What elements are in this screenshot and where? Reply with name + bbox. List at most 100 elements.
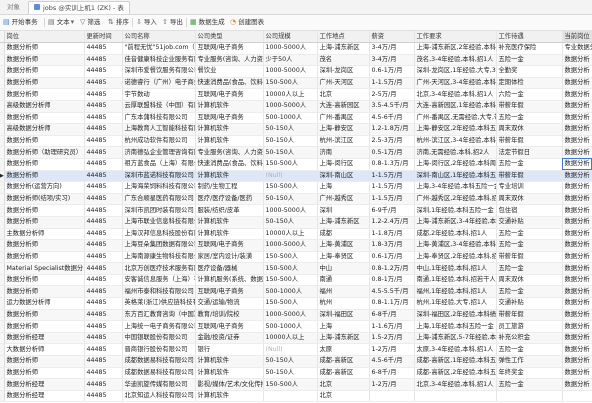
table-cell[interactable]: 带薪年假 [496, 135, 563, 148]
table-cell[interactable]: 五险一金 [496, 262, 563, 275]
table-cell[interactable]: 数据分析 [562, 343, 592, 357]
table-cell[interactable]: 4.5-6千/月 [369, 112, 415, 125]
table-cell[interactable]: 服装/纺织/皮革 [195, 204, 264, 217]
table-cell[interactable]: 数据分析 [562, 158, 592, 171]
table-row[interactable]: 数据分析师44485上海南源康生物科技有限公司家居/室内设计/装潢150-500… [0, 251, 592, 264]
table-cell[interactable]: 成都数据易科技有限公司 [122, 367, 196, 380]
table-cell[interactable]: 数据分析 [562, 54, 592, 67]
table-cell[interactable]: 上海-奉贤区 [317, 251, 370, 264]
table-cell[interactable]: 6-9千/月 [369, 204, 415, 217]
table-cell[interactable]: 杭州-滨江区 [317, 135, 370, 148]
table-cell[interactable]: 深圳-龙岗区,1年经验,大专,3包住食 [414, 65, 497, 78]
table-cell[interactable] [369, 390, 415, 403]
table-cell[interactable]: 专业培训 [496, 181, 563, 194]
table-cell[interactable]: 500-1000人 [263, 285, 318, 299]
table-cell[interactable]: 深圳,1年经验,本科五险一金 [414, 204, 497, 217]
column-header[interactable]: 岗位 [4, 31, 85, 43]
table-cell[interactable]: 数据分析师 [4, 251, 85, 264]
table-row[interactable]: 数据分析师44485祖方蓝食品（上海）有限公司快速消费品(食品、饮料、化150-… [0, 158, 592, 171]
table-cell[interactable]: 数据分析师 [4, 355, 85, 368]
table-cell[interactable]: 深圳-南山区,1年经验,本科五险一金 [414, 170, 497, 183]
table-cell[interactable]: 44485 [84, 274, 123, 287]
table-cell[interactable]: 杭州-滨江区,3-4年经验,本科五险一金 [414, 135, 497, 148]
table-cell[interactable]: 数据分析师 [4, 170, 85, 183]
table-cell[interactable]: 0.8-1.1万/月 [369, 297, 415, 310]
table-cell[interactable]: 定期体检 [496, 77, 563, 90]
table-cell[interactable]: 上海-浦东新区,3-4年经验,本科五险一金 [414, 216, 497, 229]
column-header[interactable]: 当前岗位 [562, 31, 592, 43]
table-cell[interactable]: 计算机软件 [195, 228, 264, 241]
table-cell[interactable]: 1-1.5万/月 [369, 170, 415, 183]
table-cell[interactable]: 少于50人 [263, 54, 318, 67]
table-cell[interactable]: 上海-黄浦区,3-4年经验,本科年终奖 [414, 239, 497, 252]
table-cell[interactable]: 成都,2年经验,本科,招1人 [414, 228, 497, 241]
table-cell[interactable]: 数据分析 [562, 65, 592, 78]
table-cell[interactable]: 济南德弘企业管理咨询有限 [122, 146, 196, 159]
table-cell[interactable]: 44485 [84, 309, 123, 322]
table-cell[interactable]: 五险一金 [496, 378, 563, 391]
column-header[interactable]: 工作要求 [414, 31, 497, 43]
table-cell[interactable]: 计算机软件 [195, 355, 264, 368]
table-cell[interactable]: 北京 [317, 88, 370, 101]
table-cell[interactable]: 包住宿 [496, 204, 563, 217]
table-cell[interactable]: 福州市泰和科技有限公司 [122, 285, 196, 299]
table-cell[interactable]: 4.5-6千/月 [369, 355, 415, 368]
table-cell[interactable]: 五险一金 [496, 112, 563, 125]
table-cell[interactable]: 宇节数动 [122, 88, 196, 101]
table-cell[interactable]: 上海-奉贤区,2年经验,本科,招1人 [414, 251, 497, 264]
table-cell[interactable]: 广州-天河区 [317, 77, 370, 90]
table-cell[interactable]: 交通补贴 [496, 297, 563, 310]
table-cell[interactable] [263, 390, 318, 403]
table-cell[interactable]: 1000-5000人 [263, 309, 318, 322]
table-cell[interactable]: 数据分析 [562, 123, 592, 136]
table-cell[interactable]: 数据分析 [562, 251, 592, 264]
table-cell[interactable]: 1.5-2万/月 [369, 332, 415, 345]
table-cell[interactable]: (Null) [263, 343, 318, 357]
table-cell[interactable]: 数据分析经理 [4, 332, 85, 345]
table-cell[interactable]: 法定节假日 [496, 146, 563, 159]
table-cell[interactable]: 数据分析师(结项/实习) [4, 193, 85, 206]
table-cell[interactable]: 44485 [84, 77, 123, 90]
table-cell[interactable]: 南通,1年经验,本科,招若干人 [414, 274, 497, 287]
table-row[interactable]: 数据分析师44485上海市联业信息科技有限公司计算机软件50-150人上海-浦东… [0, 216, 592, 229]
table-cell[interactable]: 数据分析师 [4, 239, 85, 252]
table-cell[interactable]: 44485 [84, 112, 123, 125]
table-cell[interactable]: 济南,无需经验,本科,招2人 [414, 146, 497, 159]
table-cell[interactable]: 茂名,3-4年经验,本科,招1人 [414, 54, 497, 67]
table-cell[interactable]: 计算机软件 [195, 123, 264, 136]
text-button[interactable]: ▤ 文本▾ [48, 17, 76, 28]
table-cell[interactable]: 数据分析经理 [4, 390, 85, 403]
column-header[interactable]: 公司规模 [263, 31, 318, 43]
table-row[interactable]: 数据分析师 44485 成都数据易科技有限公司 计算机软件 50-150人 成都-高新区 6… [0, 367, 592, 380]
table-row[interactable]: 数据分析师 44485 杭州成功软件有限公司 计算机软件 50-150人 杭州-滨江区 2.… [0, 135, 592, 148]
table-cell[interactable]: 50-150人 [263, 146, 318, 159]
table-row[interactable]: 数据分析师 44485 东方百汇教育咨询（中国） 教育/培训/院校 1000-5000人… [0, 309, 592, 322]
table-cell[interactable]: 上海,1年经验,本科五险一金 [414, 320, 497, 333]
table-cell[interactable]: 数据分析 [562, 204, 592, 217]
table-cell[interactable]: 互联网/电子商务 [195, 42, 264, 55]
table-cell[interactable]: 数据分析 [562, 88, 592, 101]
table-row[interactable]: 数据分析师 44485 "前程无忧"51job.com（上 互联网/电子商务 1000-… [0, 42, 592, 55]
table-cell[interactable]: 150-500人 [263, 77, 318, 90]
table-cell[interactable]: 深圳市蓝诺科技有限公司 [122, 170, 196, 183]
table-cell[interactable]: 运力数据分析师 [4, 297, 85, 310]
table-row[interactable]: 数据分析师(结项/实习) 44485 广东合顺星医药有限公司 医疗/医疗设备/医药 50… [0, 193, 592, 206]
column-header[interactable]: 工作地点 [317, 31, 370, 43]
table-cell[interactable]: 深圳市凯团时装有限公司 [122, 204, 196, 217]
table-cell[interactable]: 数据分析师 [4, 54, 85, 67]
table-cell[interactable]: 太原,3-4年经验,本科,招1人 [414, 343, 497, 357]
table-cell[interactable]: 44485 [84, 262, 123, 275]
table-cell[interactable]: 成都-高新区,1年经验,本科五险一金 [414, 355, 497, 368]
table-row[interactable]: 数据分析师 44485 深圳市凯团时装有限公司 服装/纺织/皮革 1000-5000人深… [0, 204, 592, 217]
table-cell[interactable]: 1000-5000人 [263, 100, 318, 113]
table-cell[interactable]: 0.8-1万/月 [369, 274, 415, 287]
table-cell[interactable]: 50-150人 [263, 193, 318, 206]
table-cell[interactable]: 大数据分析师 [4, 343, 85, 357]
table-cell[interactable]: 上海统一电子商务有限公司 [122, 320, 196, 333]
table-cell[interactable]: 44485 [84, 285, 123, 299]
table-cell[interactable]: 主数据分析师 [4, 228, 85, 241]
table-cell[interactable]: 东方百汇教育咨询（中国） [122, 309, 196, 322]
table-cell[interactable]: 杭州成功软件有限公司 [122, 135, 196, 148]
column-header[interactable]: 工作待遇 [496, 31, 563, 43]
table-cell[interactable]: 44485 [84, 390, 123, 403]
